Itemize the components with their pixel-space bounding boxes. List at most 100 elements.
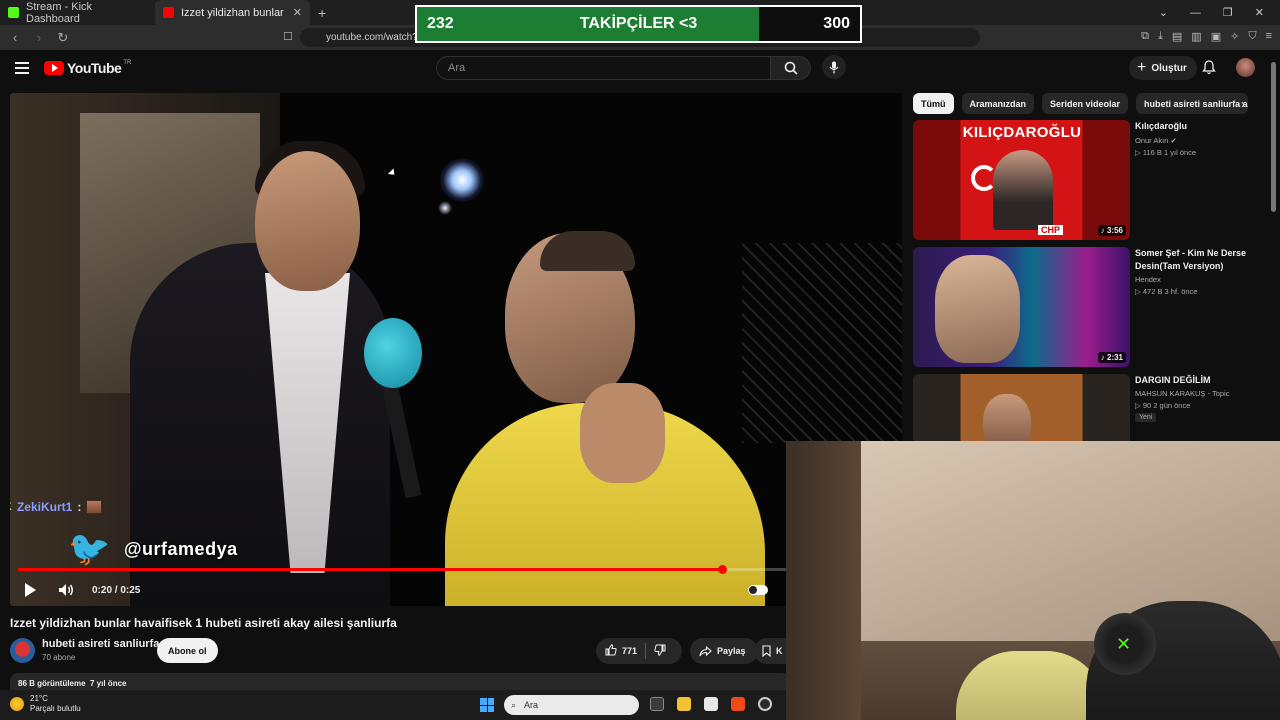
notifications-bell-icon[interactable] xyxy=(1202,60,1216,80)
microphone-icon xyxy=(829,61,839,73)
views-and-date: 86 B görüntüleme 7 yıl önce xyxy=(18,679,127,688)
search-icon: ⌕ xyxy=(511,699,517,710)
video-thumbnail[interactable]: ♪ 2:31 xyxy=(913,247,1130,367)
page-scrollbar[interactable] xyxy=(1271,62,1276,212)
weather-icon xyxy=(10,697,24,711)
download-icon[interactable]: ⤓ xyxy=(1158,30,1163,43)
chevron-right-icon[interactable]: › xyxy=(1241,97,1245,111)
player-controls: 0:20 / 0:25 xyxy=(10,575,902,605)
file-explorer-icon[interactable] xyxy=(677,697,691,711)
tab-youtube-video[interactable]: Izzet yildizhan bunlar havaifisek ✕ xyxy=(155,0,310,25)
recommendation-channel[interactable]: MAHSUN KARAKUŞ - Topic xyxy=(1135,388,1229,400)
volume-icon[interactable] xyxy=(58,583,74,597)
chip-series[interactable]: Seriden videolar xyxy=(1042,93,1129,114)
create-label: Oluştur xyxy=(1151,62,1187,74)
minimize-icon[interactable]: — xyxy=(1190,7,1201,19)
chip-from-search[interactable]: Aramanızdan xyxy=(961,93,1035,114)
close-tab-icon[interactable]: ✕ xyxy=(293,6,302,19)
tab-label: Izzet yildizhan bunlar havaifisek xyxy=(181,6,286,19)
extensions-icon[interactable]: ⧉ xyxy=(1141,30,1149,43)
search-button[interactable] xyxy=(771,56,811,80)
store-icon[interactable] xyxy=(704,697,718,711)
recommendation-title[interactable]: DARGIN DEĞİLİM xyxy=(1135,374,1263,387)
follower-goal-overlay: 232 TAKİPÇİLER <3 300 xyxy=(415,5,862,43)
tab-kick-dashboard[interactable]: Stream - Kick Dashboard xyxy=(0,0,155,25)
new-tab-icon[interactable]: + xyxy=(318,5,326,21)
subscribe-button[interactable]: Abone ol xyxy=(157,638,218,663)
weather-text: Parçalı bulutlu xyxy=(30,704,81,713)
time-display: 0:20 / 0:25 xyxy=(92,584,141,596)
recommendation-item[interactable]: DARGIN DEĞİLİM MAHSUN KARAKUŞ - Topic ▷ … xyxy=(913,374,1268,441)
youtube-play-icon xyxy=(44,61,64,75)
account-avatar[interactable] xyxy=(1236,58,1255,77)
share-label: Paylaş xyxy=(717,646,746,656)
window-controls: ⌄ — ❐ ✕ xyxy=(1159,0,1280,25)
youtube-logo[interactable]: YouTube TR xyxy=(44,60,131,76)
subscriber-count: 70 abone xyxy=(42,653,76,662)
seek-bar[interactable] xyxy=(18,565,898,574)
thumbnail-text: KILIÇDAROĞLU xyxy=(962,124,1082,141)
forward-icon[interactable]: › xyxy=(30,30,48,45)
voice-search-button[interactable] xyxy=(822,55,846,79)
maximize-icon[interactable]: ❐ xyxy=(1223,6,1233,19)
autoplay-toggle[interactable] xyxy=(748,585,768,595)
thumbnail-tag: CHP xyxy=(1038,225,1064,235)
twitter-bird-icon: 🐦 xyxy=(68,530,111,568)
dislike-icon[interactable] xyxy=(654,644,666,658)
video-thumbnail[interactable] xyxy=(913,374,1130,441)
youtube-logo-text: YouTube xyxy=(67,60,122,76)
recommendation-channel[interactable]: Onur Akın ✔ xyxy=(1135,135,1177,147)
verified-icon: ✔ xyxy=(1170,136,1177,145)
ai-icon[interactable]: ✧ xyxy=(1230,30,1239,43)
close-window-icon[interactable]: ✕ xyxy=(1255,6,1264,19)
reading-list-icon[interactable]: ▤ xyxy=(1172,30,1182,43)
video-player[interactable]: K ZekiKurt1 : 🐦 @urfamedya 0:20 / 0:25 xyxy=(10,93,902,606)
brave-browser-icon[interactable] xyxy=(731,697,745,711)
recommendation-item[interactable]: KILIÇDAROĞLU CHP ♪ 3:56 Kılıçdaroğlu Onu… xyxy=(913,120,1268,240)
recommendation-channel[interactable]: Hendex xyxy=(1135,274,1161,286)
search-placeholder: Ara xyxy=(448,62,466,74)
tab-list-icon[interactable]: ⌄ xyxy=(1159,6,1168,19)
video-title: Izzet yildizhan bunlar havaifisek 1 hube… xyxy=(10,616,397,630)
channel-name[interactable]: hubeti asireti sanliurfa xyxy=(42,638,159,650)
hamburger-menu-icon[interactable] xyxy=(15,62,29,77)
recommendation-stats: ▷ 472 B 3 hf. önce xyxy=(1135,287,1198,296)
weather-widget[interactable]: 21°C Parçalı bulutlu xyxy=(10,694,81,714)
recommendation-title[interactable]: Somer Şef - Kim Ne Derse Desin(Tam Versi… xyxy=(1135,247,1263,273)
reload-icon[interactable]: ↻ xyxy=(54,30,72,46)
play-icon[interactable] xyxy=(25,583,36,597)
chat-separator: : xyxy=(77,500,82,514)
channel-avatar[interactable] xyxy=(10,638,35,663)
video-thumbnail[interactable]: KILIÇDAROĞLU CHP ♪ 3:56 xyxy=(913,120,1130,240)
recommendation-title[interactable]: Kılıçdaroğlu xyxy=(1135,120,1263,133)
chat-emote-icon xyxy=(86,500,103,514)
kick-logo-icon: ✕ xyxy=(1116,634,1132,654)
url-text: youtube.com/watch?v= xyxy=(326,32,429,43)
like-icon[interactable] xyxy=(605,644,617,658)
seek-knob[interactable] xyxy=(718,565,727,574)
bookmark-icon[interactable]: ☐ xyxy=(283,30,293,43)
youtube-header: YouTube TR Ara + Oluştur xyxy=(0,50,1280,90)
taskbar-search[interactable]: ⌕ Ara xyxy=(504,695,639,715)
shield-icon[interactable]: ⛉ xyxy=(1248,30,1256,43)
back-icon[interactable]: ‹ xyxy=(6,30,24,45)
plus-icon: + xyxy=(1137,59,1147,76)
menu-icon[interactable]: ≡ xyxy=(1266,30,1272,43)
kick-favicon-icon xyxy=(8,7,19,18)
chip-channel[interactable]: hubeti asireti sanliurfa adlı g xyxy=(1136,93,1249,114)
save-label: K xyxy=(776,646,783,656)
windows-taskbar: 21°C Parçalı bulutlu ⌕ Ara xyxy=(0,690,786,720)
windows-start-icon[interactable] xyxy=(480,698,494,712)
wallet-icon[interactable]: ▣ xyxy=(1211,30,1221,43)
temperature: 21°C xyxy=(30,694,48,703)
share-button[interactable]: Paylaş xyxy=(690,638,758,664)
search-input[interactable]: Ara xyxy=(436,56,771,80)
like-count[interactable]: 771 xyxy=(622,646,637,656)
seek-played xyxy=(18,568,722,571)
create-button[interactable]: + Oluştur xyxy=(1129,56,1197,80)
task-view-icon[interactable] xyxy=(650,697,664,711)
sidebar-icon[interactable]: ▥ xyxy=(1191,30,1201,43)
chip-all[interactable]: Tümü xyxy=(913,93,954,114)
obs-icon[interactable] xyxy=(758,697,772,711)
recommendation-item[interactable]: ♪ 2:31 Somer Şef - Kim Ne Derse Desin(Ta… xyxy=(913,247,1268,367)
